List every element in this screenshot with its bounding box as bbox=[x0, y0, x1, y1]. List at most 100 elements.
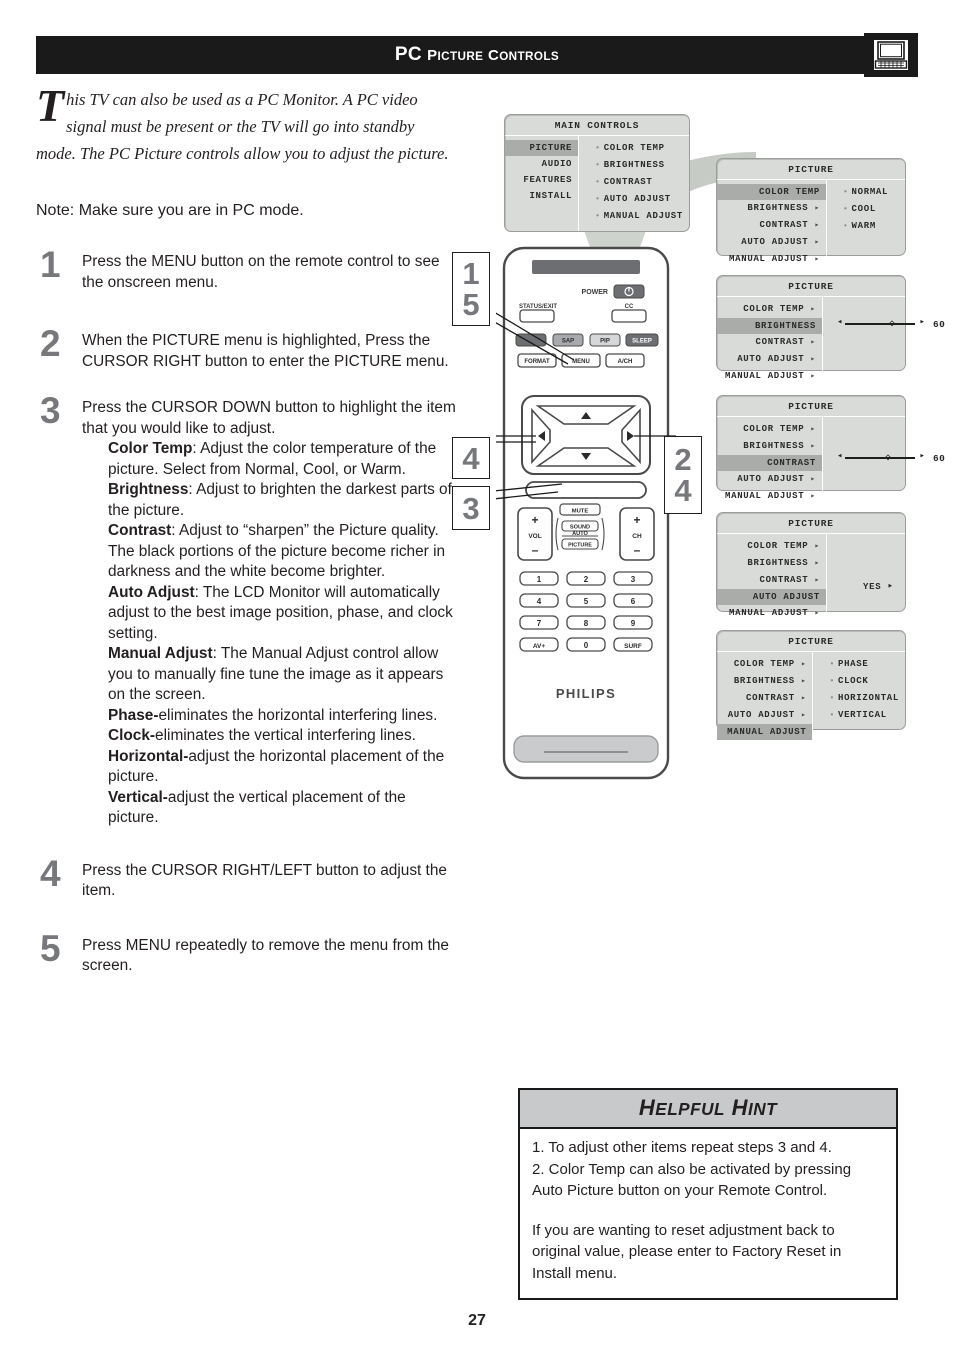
osd-item-brightness[interactable]: BRIGHTNESS ▸ bbox=[717, 200, 826, 217]
definition-brightness: Brightness: Adjust to brighten the darke… bbox=[108, 480, 456, 521]
osd-option-normal[interactable]: • NORMAL bbox=[835, 184, 905, 201]
osd-item-auto-adjust[interactable]: AUTO ADJUST ▸ bbox=[717, 707, 812, 724]
osd-submenu-list[interactable]: • COLOR TEMP • BRIGHTNESS • CONTRAST • AUTO … bbox=[579, 136, 689, 231]
svg-text:POWER: POWER bbox=[582, 289, 608, 296]
osd-value-pane: YES ‣ bbox=[827, 534, 905, 628]
osd-item-auto-adjust[interactable]: AUTO ADJUST ▸ bbox=[717, 234, 826, 251]
helpful-hint-box: HELPFUL HINT 1. To adjust other items re… bbox=[518, 1088, 898, 1300]
osd-menu-list[interactable]: COLOR TEMP ▸ BRIGHTNESS ▸ CONTRAST AUTO … bbox=[717, 417, 823, 511]
osd-item-manual-adjust[interactable]: MANUAL ADJUST ▸ bbox=[717, 251, 826, 268]
svg-text:FORMAT: FORMAT bbox=[524, 359, 550, 365]
osd-picture-brightness[interactable]: PICTURE COLOR TEMP ▸ BRIGHTNESS CONTRAST… bbox=[716, 275, 945, 391]
osd-item-auto-adjust[interactable]: AUTO ADJUST ▸ bbox=[717, 471, 822, 488]
osd-option-clock[interactable]: • CLOCK bbox=[821, 673, 905, 690]
osd-item-install[interactable]: INSTALL bbox=[505, 188, 578, 204]
osd-item-label: COLOR TEMP bbox=[747, 541, 809, 551]
bullet-icon: • bbox=[595, 212, 601, 221]
page-title-main: PC bbox=[394, 44, 423, 65]
osd-item-brightness[interactable]: BRIGHTNESS ▸ bbox=[717, 438, 822, 455]
osd-subitem-auto-adjust[interactable]: • AUTO ADJUST bbox=[587, 191, 689, 208]
osd-submenu-list[interactable]: • PHASE • CLOCK • HORIZONTAL • VERTICAL bbox=[813, 652, 905, 746]
osd-item-contrast[interactable]: CONTRAST ▸ bbox=[717, 572, 826, 589]
osd-picture-color-temp[interactable]: PICTURE COLOR TEMP BRIGHTNESS ▸ CONTRAST… bbox=[716, 158, 906, 274]
callout-line: 2 bbox=[674, 442, 692, 477]
osd-item-brightness[interactable]: BRIGHTNESS bbox=[717, 318, 822, 334]
osd-subitem-brightness[interactable]: • BRIGHTNESS bbox=[587, 157, 689, 174]
svg-text:STATUS/EXIT: STATUS/EXIT bbox=[519, 304, 557, 310]
definition-term: Brightness bbox=[108, 481, 189, 498]
definition-term: Clock- bbox=[108, 727, 156, 744]
osd-item-manual-adjust[interactable]: MANUAL ADJUST bbox=[717, 724, 813, 740]
slider-track[interactable]: ◂ ◇ ▸ bbox=[837, 317, 925, 330]
svg-text:–: – bbox=[634, 543, 641, 557]
instructions-column: This TV can also be used as a PC Monitor… bbox=[36, 83, 456, 999]
osd-item-label: COLOR TEMP bbox=[743, 304, 805, 314]
osd-item-color-temp[interactable]: COLOR TEMP ▸ bbox=[717, 421, 822, 438]
osd-menu-list[interactable]: COLOR TEMP BRIGHTNESS ▸ CONTRAST ▸ AUTO … bbox=[717, 180, 827, 274]
osd-menu-list[interactable]: COLOR TEMP ▸ BRIGHTNESS CONTRAST ▸ AUTO … bbox=[717, 297, 823, 391]
definition-sep: : bbox=[192, 440, 201, 457]
osd-item-auto-adjust[interactable]: AUTO ADJUST ▸ bbox=[717, 351, 822, 368]
slider-knob[interactable]: ◇ bbox=[889, 318, 895, 330]
osd-item-manual-adjust[interactable]: MANUAL ADJUST ▸ bbox=[717, 488, 822, 505]
osd-item-manual-adjust[interactable]: MANUAL ADJUST ▸ bbox=[717, 368, 822, 385]
auto-adjust-value[interactable]: YES ‣ bbox=[835, 538, 905, 592]
osd-item-color-temp[interactable]: COLOR TEMP bbox=[717, 184, 826, 200]
contrast-slider[interactable]: ◂ ◇ ▸ 60 bbox=[831, 451, 945, 465]
osd-item-contrast[interactable]: CONTRAST ▸ bbox=[717, 217, 826, 234]
osd-option-phase[interactable]: • PHASE bbox=[821, 656, 905, 673]
osd-item-contrast[interactable]: CONTRAST bbox=[717, 455, 822, 471]
slider-right-arrow-icon: ▸ bbox=[919, 317, 925, 327]
osd-menu-list[interactable]: COLOR TEMP ▸ BRIGHTNESS ▸ CONTRAST ▸ AUT… bbox=[717, 652, 814, 746]
osd-item-contrast[interactable]: CONTRAST ▸ bbox=[717, 690, 812, 707]
osd-menu-list[interactable]: COLOR TEMP ▸ BRIGHTNESS ▸ CONTRAST ▸ AUT… bbox=[717, 534, 827, 628]
osd-item-features[interactable]: FEATURES bbox=[505, 172, 578, 188]
bullet-icon: • bbox=[843, 222, 849, 231]
slider-knob[interactable]: ◇ bbox=[885, 452, 891, 464]
osd-item-color-temp[interactable]: COLOR TEMP ▸ bbox=[717, 538, 826, 555]
osd-item-audio[interactable]: AUDIO bbox=[505, 156, 578, 172]
osd-submenu-list[interactable]: • NORMAL • COOL • WARM bbox=[827, 180, 905, 274]
svg-text:AV+: AV+ bbox=[533, 643, 546, 650]
osd-option-horizontal[interactable]: • HORIZONTAL bbox=[821, 690, 905, 707]
osd-option-label: WARM bbox=[851, 221, 876, 231]
osd-title: PICTURE bbox=[717, 159, 905, 180]
osd-picture-contrast[interactable]: PICTURE COLOR TEMP ▸ BRIGHTNESS ▸ CONTRA… bbox=[716, 395, 945, 511]
osd-picture-manual-adjust[interactable]: PICTURE COLOR TEMP ▸ BRIGHTNESS ▸ CONTRA… bbox=[716, 630, 906, 746]
osd-menu-list[interactable]: PICTURE AUDIO FEATURES INSTALL bbox=[505, 136, 580, 231]
slider-track[interactable]: ◂ ◇ ▸ bbox=[837, 451, 925, 464]
callout-line: 3 bbox=[462, 490, 480, 526]
osd-option-cool[interactable]: • COOL bbox=[835, 201, 905, 218]
osd-item-brightness[interactable]: BRIGHTNESS ▸ bbox=[717, 555, 826, 572]
svg-text:CC: CC bbox=[625, 304, 634, 310]
bullet-icon: • bbox=[843, 205, 849, 214]
osd-main-controls[interactable]: MAIN CONTROLS PICTURE AUDIO FEATURES INS… bbox=[504, 114, 690, 232]
osd-item-auto-adjust[interactable]: AUTO ADJUST bbox=[717, 589, 826, 605]
osd-item-color-temp[interactable]: COLOR TEMP ▸ bbox=[717, 301, 822, 318]
osd-option-vertical[interactable]: • VERTICAL bbox=[821, 707, 905, 724]
osd-item-color-temp[interactable]: COLOR TEMP ▸ bbox=[717, 656, 812, 673]
osd-item-picture[interactable]: PICTURE bbox=[505, 140, 579, 156]
osd-item-label: COLOR TEMP bbox=[758, 187, 820, 197]
osd-option-warm[interactable]: • WARM bbox=[835, 218, 905, 235]
osd-item-label: CONTRAST bbox=[759, 220, 809, 230]
callout-4: 4 bbox=[452, 437, 490, 479]
hint-line-1: 1. To adjust other items repeat steps 3 … bbox=[532, 1139, 832, 1156]
osd-item-label: BRIGHTNESS bbox=[733, 676, 795, 686]
bullet-icon: • bbox=[595, 161, 601, 170]
brightness-slider[interactable]: ◂ ◇ ▸ 60 bbox=[831, 317, 945, 331]
osd-item-manual-adjust[interactable]: MANUAL ADJUST ▸ bbox=[717, 605, 826, 622]
step-4: 4 Press the CURSOR RIGHT/LEFT button to … bbox=[36, 852, 456, 902]
osd-picture-auto-adjust[interactable]: PICTURE COLOR TEMP ▸ BRIGHTNESS ▸ CONTRA… bbox=[716, 512, 906, 628]
osd-subitem-contrast[interactable]: • CONTRAST bbox=[587, 174, 689, 191]
osd-subitem-color-temp[interactable]: • COLOR TEMP bbox=[587, 140, 689, 157]
osd-item-label: MANUAL ADJUST bbox=[725, 371, 805, 381]
osd-item-brightness[interactable]: BRIGHTNESS ▸ bbox=[717, 673, 812, 690]
step-text: Press the CURSOR DOWN button to highligh… bbox=[82, 399, 456, 437]
osd-subitem-manual-adjust[interactable]: • MANUAL ADJUST bbox=[587, 208, 689, 225]
osd-item-contrast[interactable]: CONTRAST ▸ bbox=[717, 334, 822, 351]
osd-item-label: CONTRAST bbox=[767, 458, 816, 468]
osd-subitem-label: CONTRAST bbox=[603, 177, 653, 187]
step-number: 4 bbox=[40, 852, 61, 894]
osd-item-label: AUTO ADJUST bbox=[741, 237, 809, 247]
